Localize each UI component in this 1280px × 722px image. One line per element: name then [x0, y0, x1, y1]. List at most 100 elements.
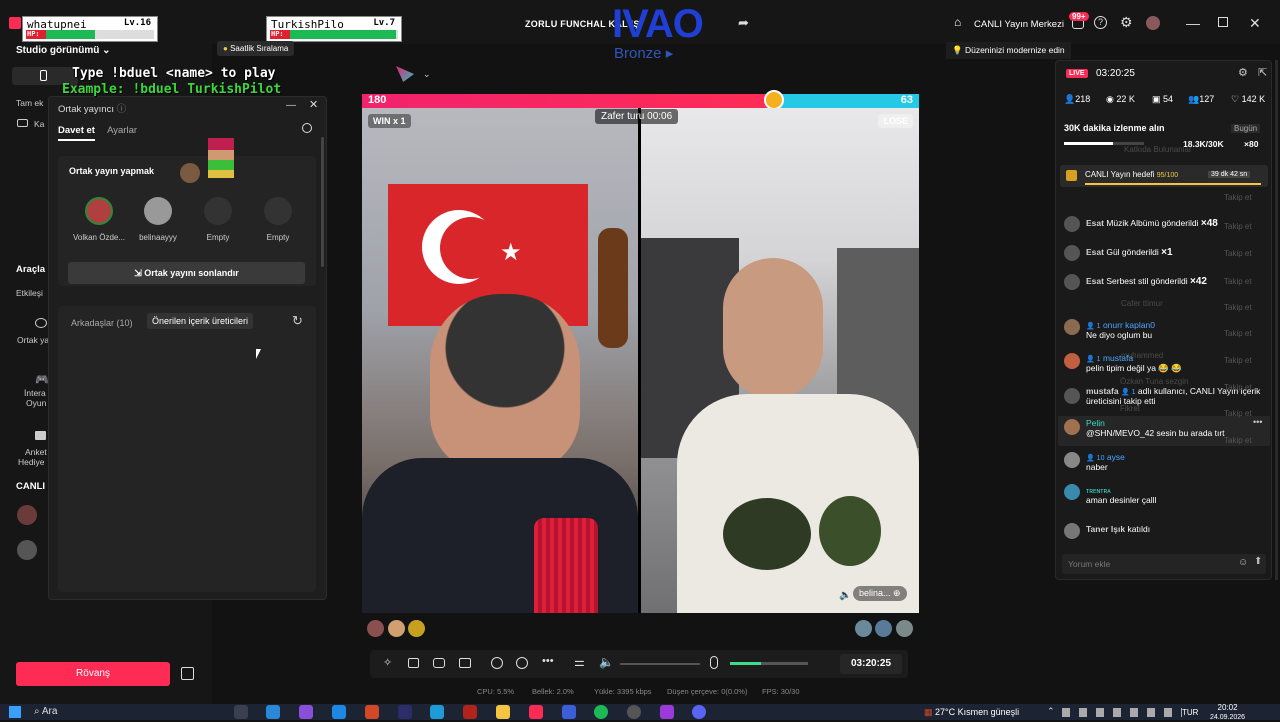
- avatar[interactable]: [1146, 16, 1160, 30]
- weather-widget[interactable]: ▦ 27°C Kısmen güneşli: [924, 707, 1019, 718]
- duel-instruction: Type !bduel <name> to play: [72, 66, 276, 81]
- settings-icon[interactable]: ⚙: [1238, 66, 1248, 79]
- tab-invite[interactable]: Davet et: [58, 125, 95, 141]
- send-icon[interactable]: ⬆: [1254, 556, 1262, 567]
- follow-button[interactable]: Takip et: [1224, 436, 1252, 445]
- avatar[interactable]: [367, 620, 384, 637]
- share-icon[interactable]: ➦: [738, 15, 749, 31]
- app-icon[interactable]: [660, 705, 674, 719]
- live-center-link[interactable]: CANLI Yayın Merkezi: [974, 19, 1064, 30]
- app-icon[interactable]: [627, 705, 641, 719]
- scrollbar[interactable]: [1275, 60, 1278, 580]
- microphone-icon[interactable]: [710, 656, 718, 669]
- spotify-icon[interactable]: [594, 705, 608, 719]
- stream-goal-card[interactable]: CANLI Yayın hedefi 95/100 39 dk 42 sn: [1060, 165, 1268, 187]
- hourly-rank-badge[interactable]: ● Saatlik Sıralama: [217, 41, 295, 56]
- settings-sliders-icon[interactable]: ⚌: [574, 655, 585, 669]
- mic-level-slider[interactable]: [730, 662, 808, 665]
- store-icon[interactable]: [266, 705, 280, 719]
- camera-switch-icon[interactable]: [433, 658, 445, 668]
- app-icon[interactable]: [299, 705, 313, 719]
- taskbar-search[interactable]: ⌕ Ara: [34, 706, 57, 717]
- tab-friends[interactable]: Arkadaşlar (10): [71, 318, 133, 328]
- tray-icons[interactable]: [1062, 708, 1182, 717]
- help-icon[interactable]: ?: [1094, 16, 1107, 29]
- follow-button[interactable]: Takip et: [1224, 409, 1252, 418]
- discord-icon[interactable]: [692, 705, 706, 719]
- close-icon[interactable]: ✕: [309, 98, 318, 111]
- clock[interactable]: 20:02 24.09.2026: [1210, 703, 1245, 722]
- speaker-icon[interactable]: 🔈: [839, 590, 851, 601]
- follow-button[interactable]: Takip et: [1224, 249, 1252, 258]
- record-icon[interactable]: [491, 657, 503, 669]
- gear-icon[interactable]: ⚙: [1120, 14, 1133, 31]
- target-icon[interactable]: [516, 657, 528, 669]
- chevron-down-icon[interactable]: ⌄: [423, 69, 431, 80]
- emoji-icon[interactable]: ☺: [1238, 557, 1248, 568]
- tiktok-logo-icon: [9, 17, 21, 29]
- cohost-slot[interactable]: Volkan Özde...: [69, 197, 129, 242]
- follow-button[interactable]: Takip et: [1224, 193, 1252, 202]
- app-icon[interactable]: [332, 705, 346, 719]
- windows-start-icon[interactable]: [9, 706, 21, 718]
- avatar[interactable]: [875, 620, 892, 637]
- volume-icon[interactable]: 🔈: [599, 655, 614, 669]
- follow-button[interactable]: Takip et: [1224, 303, 1252, 312]
- edge-icon[interactable]: [430, 705, 444, 719]
- effects-icon[interactable]: ✧: [383, 656, 392, 669]
- app-icon[interactable]: [463, 705, 477, 719]
- scrollbar[interactable]: [321, 137, 324, 267]
- interactive-tool[interactable]: İntera: [24, 388, 46, 398]
- refresh-icon[interactable]: ↻: [292, 313, 303, 329]
- maximize-button[interactable]: [1218, 17, 1228, 27]
- close-window-button[interactable]: ✕: [1249, 15, 1261, 32]
- minimize-button[interactable]: —: [1186, 15, 1200, 31]
- tiktok-icon[interactable]: [529, 705, 543, 719]
- hp-bar: HP:: [26, 30, 154, 39]
- camera-label[interactable]: Ka: [34, 119, 44, 129]
- app-icon[interactable]: [365, 705, 379, 719]
- avatar[interactable]: [855, 620, 872, 637]
- cohost-slot-empty[interactable]: Empty: [248, 197, 308, 242]
- goal-timer: 39 dk 42 sn: [1208, 171, 1251, 178]
- tab-settings[interactable]: Ayarlar: [107, 125, 137, 136]
- avatar[interactable]: [408, 620, 425, 637]
- minimize-panel-button[interactable]: —: [286, 100, 296, 111]
- file-explorer-icon[interactable]: [496, 705, 510, 719]
- exit-icon[interactable]: [181, 667, 194, 680]
- follow-button[interactable]: Takip et: [1224, 383, 1252, 392]
- app-icon[interactable]: [398, 705, 412, 719]
- battle-score-bar: 180 63: [362, 90, 919, 110]
- avatar[interactable]: [388, 620, 405, 637]
- modernize-banner[interactable]: 💡 Düzeninizi modernize edin: [946, 42, 1071, 59]
- end-cohost-button[interactable]: ⇲ Ortak yayını sonlandır: [68, 262, 305, 284]
- task-view-icon[interactable]: [234, 705, 248, 719]
- cohost-tool[interactable]: Ortak ya: [17, 335, 49, 345]
- popout-icon[interactable]: ⇱: [1258, 66, 1267, 79]
- follow-button[interactable]: Takip et: [1224, 329, 1252, 338]
- follow-button[interactable]: Takip et: [1224, 222, 1252, 231]
- studio-view-dropdown[interactable]: Studio görünümü ⌄: [16, 45, 111, 56]
- screen-icon[interactable]: [459, 658, 471, 668]
- rematch-button[interactable]: Rövanş: [16, 662, 170, 686]
- follow-button[interactable]: Takip et: [1224, 277, 1252, 286]
- app-icon[interactable]: [562, 705, 576, 719]
- more-icon[interactable]: •••: [542, 655, 554, 667]
- cohost-slot[interactable]: belinaayyy: [128, 197, 188, 242]
- guest-name-tag[interactable]: belina... ⊕: [853, 586, 907, 601]
- layout-icon[interactable]: [408, 658, 419, 668]
- follow-button[interactable]: Takip et: [1224, 356, 1252, 365]
- home-icon[interactable]: ⌂: [954, 15, 961, 29]
- cohost-slot-empty[interactable]: Empty: [188, 197, 248, 242]
- survey-tool[interactable]: Anket: [25, 447, 47, 457]
- follower-icon: 👥: [1188, 94, 1200, 104]
- comment-input[interactable]: Yorum ekle ☺ ⬆: [1062, 554, 1266, 574]
- language-indicator[interactable]: TUR: [1182, 708, 1198, 717]
- goal-reward: ×80: [1244, 139, 1259, 149]
- tab-suggested-creators[interactable]: Önerilen içerik üreticileri: [147, 313, 254, 329]
- search-icon[interactable]: [302, 123, 312, 133]
- volume-slider[interactable]: [620, 663, 700, 665]
- more-icon[interactable]: •••: [1253, 417, 1262, 427]
- tray-chevron-icon[interactable]: ⌃: [1047, 706, 1055, 717]
- avatar[interactable]: [896, 620, 913, 637]
